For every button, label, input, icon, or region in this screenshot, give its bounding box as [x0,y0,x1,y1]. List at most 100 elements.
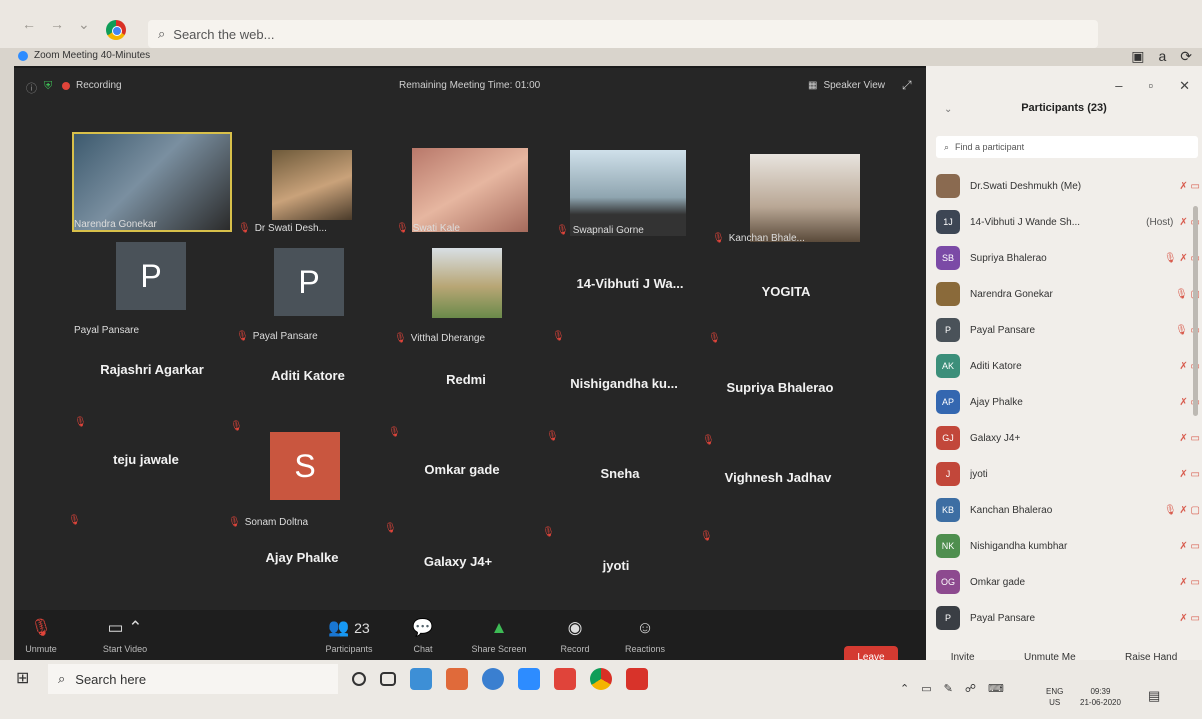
participants-button[interactable]: 👥 23 Participants [314,618,384,654]
network-icon[interactable]: ☍ [965,682,976,695]
language-indicator[interactable]: ENG US [1046,686,1063,708]
notification-icon[interactable]: ▤ [1148,688,1160,704]
participant-row[interactable]: GJ Galaxy J4+ ✗ ▭ [936,420,1200,456]
participant-row[interactable]: OG Omkar gade ✗ ▭ [936,564,1200,600]
app-icon[interactable] [446,668,468,690]
share-screen-button[interactable]: ▲ Share Screen [464,618,534,654]
participant-tile[interactable]: S 🎙 Sonam Doltna [226,430,386,528]
participant-tile[interactable]: Omkar gade 🎙 [382,440,542,534]
mute-indicator: 🎙 [388,427,401,438]
participant-row[interactable]: KB Kanchan Bhalerao 🎙 ✗ ▢ [936,492,1200,528]
fullscreen-icon[interactable]: ⤢ [902,78,912,93]
participant-tile[interactable]: 🎙 Vitthal Dherange [392,248,552,344]
participant-tile[interactable]: P 🎙 Payal Pansare [234,248,394,342]
participant-name: Nishigandha ku... [570,376,678,391]
avatar: KB [936,498,960,522]
browser-icon[interactable] [482,668,504,690]
participant-tile[interactable]: Galaxy J4+ 🎙 [378,532,538,628]
remaining-time: Remaining Meeting Time: 01:00 [399,80,541,91]
meeting-gallery: ⓘ ⛨ Recording Remaining Meeting Time: 01… [14,66,926,674]
participant-row[interactable]: AK Aditi Katore ✗ ▭ [936,348,1200,384]
participant-tile[interactable]: Sneha 🎙 [540,444,700,538]
status-icon: ✗ ▭ [1179,432,1200,444]
clock[interactable]: 09:39 21-06-2020 [1080,686,1121,708]
participant-row[interactable]: Dr.Swati Deshmukh (Me) ✗ ▭ [936,168,1200,204]
windows-start-icon[interactable]: ⊞ [16,668,29,688]
restore-icon[interactable]: ▫ [1148,78,1153,94]
recording-indicator[interactable]: Recording [62,80,122,91]
back-icon[interactable]: ← [22,16,36,33]
participant-row[interactable]: Narendra Gonekar 🎙 ▢ [936,276,1200,312]
extension-icon[interactable]: ▣ [1131,48,1144,65]
mic-off-icon: 🎙 [30,618,52,637]
unmute-button[interactable]: 🎙 Unmute [6,618,76,654]
participant-tile[interactable]: 🎙 Dr Swati Desh... [236,142,396,234]
profile-icon[interactable]: a [1158,48,1166,65]
status-icon: ✗ ▭ [1179,468,1200,480]
share-screen-icon: ▲ [490,618,508,637]
search-icon: ⌕ [58,671,66,686]
participant-tile[interactable]: Supriya Bhalerao 🎙 [700,350,860,446]
browser-search-bar[interactable]: ⌕ Search the web... [148,20,1098,48]
participant-row[interactable]: P Payal Pansare 🎙 ▭ [936,312,1200,348]
participant-tile[interactable]: Rajashri Agarkar 🎙 [72,334,232,428]
participant-name: Omkar gade [970,576,1026,588]
forward-icon[interactable]: → [50,16,64,33]
participant-tile[interactable]: Ajay Phalke 🎙 [222,528,382,624]
participant-name: Galaxy J4+ [423,554,493,569]
chat-button[interactable]: 💬 Chat [388,618,458,654]
participant-tile[interactable]: 🎙 Swapnali Gorne [554,142,714,236]
mic-off-icon: 🎙 [68,515,81,526]
zoom-icon[interactable] [518,668,540,690]
participant-name: Narendra Gonekar [74,219,157,230]
participant-tile[interactable]: 🎙 Swati Kale [394,142,554,234]
participant-tile[interactable]: Vighnesh Jadhav 🎙 [698,448,858,542]
participant-name: 🎙 Dr Swati Desh... [238,223,327,234]
menu-icon[interactable]: ⌄ [78,16,90,33]
participant-row[interactable]: Jjyoti ✗ ▭ [936,456,1200,492]
cortana-icon[interactable] [352,672,366,686]
start-video-button[interactable]: ▭ ⌃ Start Video [90,618,160,654]
pdf-icon[interactable] [626,668,648,690]
chrome-icon[interactable] [590,668,612,690]
keyboard-icon[interactable]: ⌨ [988,682,1004,695]
participant-row[interactable]: P Payal Pansare ✗ ▭ [936,600,1200,636]
battery-icon[interactable]: ▭ [921,682,931,695]
pen-icon[interactable]: ✎ [944,682,953,695]
video-feed [412,148,528,232]
chrome-icon[interactable] [106,20,126,40]
status-icon: ✗ ▭ [1179,612,1200,624]
participant-tile[interactable]: teju jawale 🎙 [66,432,226,526]
participant-row[interactable]: AP Ajay Phalke ✗ ▭ [936,384,1200,420]
reactions-button[interactable]: ☺ Reactions [610,618,680,654]
participant-tile[interactable]: P Payal Pansare [72,242,232,336]
participant-row[interactable]: NK Nishigandha kumbhar ✗ ▭ [936,528,1200,564]
info-icon[interactable]: ⓘ [26,80,37,96]
participant-tile[interactable]: Narendra Gonekar [72,132,232,232]
participant-tile[interactable]: 14-Vibhuti J Wa... 🎙 [550,254,710,342]
participant-name: 🎙 Swati Kale [396,223,460,234]
speaker-view-button[interactable]: ▦ Speaker View [808,80,885,91]
task-view-icon[interactable] [380,672,396,686]
store-icon[interactable] [410,668,432,690]
record-button[interactable]: ◉ Record [540,618,610,654]
participant-tile[interactable]: Redmi 🎙 [386,342,546,438]
participant-row[interactable]: SB Supriya Bhalerao 🎙 ✗ ▭ [936,240,1200,276]
sync-icon[interactable]: ⟳ [1180,48,1192,65]
participant-name: Redmi [446,372,486,387]
scrollbar[interactable] [1193,206,1198,416]
shield-icon[interactable]: ⛨ [44,80,52,93]
participant-name: Aditi Katore [271,368,345,383]
close-icon[interactable]: ✕ [1179,78,1190,94]
media-icon[interactable] [554,668,576,690]
participant-tile[interactable]: YOGITA 🎙 [706,254,866,344]
participant-tile[interactable]: Nishigandha ku... 🎙 [544,346,704,442]
find-participant-input[interactable]: ⌕ Find a participant [936,136,1198,158]
mute-indicator: 🎙 [546,431,559,442]
minimize-icon[interactable]: – [1115,78,1122,94]
taskbar-search[interactable]: ⌕ Search here [48,664,338,694]
chevron-up-icon[interactable]: ⌃ [900,682,909,695]
participant-row[interactable]: 1J 14-Vibhuti J Wande Sh... (Host) ✗ ▭ [936,204,1200,240]
participant-tile[interactable]: Aditi Katore 🎙 [228,338,388,432]
participant-tile[interactable]: 🎙 Kanchan Bhale... [710,146,870,244]
